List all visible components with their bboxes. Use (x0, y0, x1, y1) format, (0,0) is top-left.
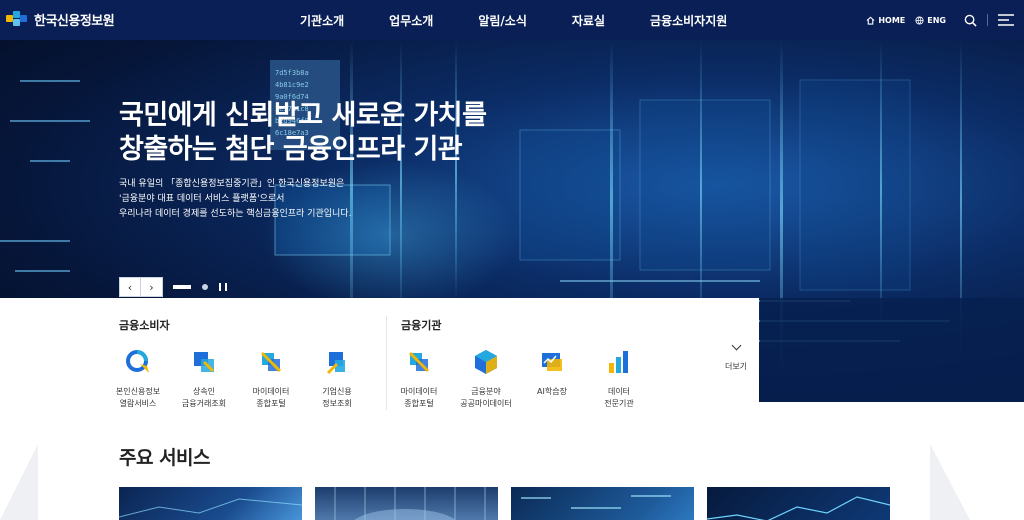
pause-icon[interactable] (219, 283, 227, 291)
service-label: 기업신용 정보조회 (322, 387, 352, 408)
nav-item-news[interactable]: 알림/소식 (478, 12, 527, 29)
hero-title-line1: 국민에게 신뢰받고 새로운 가치를 (119, 100, 487, 131)
menu-icon[interactable] (998, 14, 1014, 26)
page: 한국신용정보원 기관소개 업무소개 알림/소식 자료실 금융소비자지원 HOME… (0, 0, 1024, 520)
hero-title-line2: 창출하는 첨단 금융인프라 기관 (119, 134, 463, 165)
mydata-icon (260, 351, 282, 373)
svg-text:7d5f3b8a: 7d5f3b8a (275, 69, 309, 77)
hero-title: 국민에게 신뢰받고 새로운 가치를 창출하는 첨단 금융인프라 기관 (119, 99, 487, 167)
decorative-shape-right (930, 444, 970, 520)
service-corp-credit[interactable]: 기업신용 정보조회 (298, 349, 376, 410)
home-icon (866, 16, 875, 25)
institution-group-title: 금융기관 (401, 319, 442, 332)
logo-text: 한국신용정보원 (34, 13, 115, 29)
service-card-2[interactable] (315, 487, 498, 520)
globe-icon (915, 15, 924, 25)
service-card-4[interactable] (707, 487, 890, 520)
slide-indicator[interactable] (202, 284, 208, 290)
logo-icon (6, 9, 28, 29)
slide-indicator-active[interactable] (173, 285, 191, 289)
main-services-title: 주요 서비스 (119, 447, 211, 469)
nav-item-library[interactable]: 자료실 (572, 12, 605, 29)
utility-menu: HOME ENG (866, 0, 1014, 40)
chevron-down-icon (731, 340, 741, 351)
slider-prev-button[interactable]: ‹ (119, 277, 141, 297)
slider-controls: ‹ › (119, 277, 227, 297)
eng-link[interactable]: ENG (915, 16, 946, 25)
card-image (119, 498, 302, 518)
service-data-agency[interactable]: 데이터 전문기관 (580, 349, 658, 410)
card-image (521, 495, 671, 509)
hero-desc-line2: '금융분야 대표 데이터 서비스 플랫폼'으로서 (119, 194, 285, 204)
consumer-group-title: 금융소비자 (119, 319, 170, 332)
home-link[interactable]: HOME (866, 16, 905, 25)
service-card-1[interactable] (119, 487, 302, 520)
nav-item-about[interactable]: 기관소개 (300, 12, 344, 29)
nav-item-consumer-support[interactable]: 금융소비자지원 (650, 12, 727, 29)
search-icon[interactable] (964, 14, 977, 27)
hero-desc-line3: 우리나라 데이터 경제를 선도하는 핵심금융인프라 기관입니다. (119, 209, 352, 219)
main-nav: 기관소개 업무소개 알림/소식 자료실 금융소비자지원 (300, 0, 727, 40)
site-logo[interactable]: 한국신용정보원 (6, 9, 115, 29)
credit-view-icon (126, 350, 149, 373)
quick-services-panel: 금융소비자 금융기관 본인신용정보 열람서비스 상속인 금융거래조회 마이데이터… (0, 298, 759, 410)
card-image (334, 487, 486, 520)
ai-learning-icon (542, 353, 562, 371)
service-card-3[interactable] (511, 487, 694, 520)
more-button[interactable]: 더보기 (716, 340, 756, 372)
more-label: 더보기 (724, 362, 748, 371)
hero-desc-line1: 국내 유일의 「종합신용정보집중기관」인 한국신용정보원은 (119, 179, 345, 189)
home-label: HOME (878, 15, 906, 25)
card-image (707, 496, 890, 520)
svg-text:4b81c9e2: 4b81c9e2 (275, 81, 309, 89)
data-agency-icon (609, 351, 628, 373)
site-header: 한국신용정보원 기관소개 업무소개 알림/소식 자료실 금융소비자지원 HOME… (0, 0, 1024, 40)
eng-label: ENG (927, 15, 946, 25)
heir-inquiry-icon (194, 352, 215, 373)
service-label: 데이터 전문기관 (604, 387, 634, 408)
util-divider (987, 14, 988, 26)
public-mydata-icon (475, 350, 497, 374)
decorative-shape-left (0, 444, 38, 520)
mydata-icon (408, 351, 430, 373)
corp-credit-icon (326, 352, 345, 375)
nav-item-business[interactable]: 업무소개 (389, 12, 433, 29)
slider-next-button[interactable]: › (141, 277, 163, 297)
hero-description: 국내 유일의 「종합신용정보집중기관」인 한국신용정보원은 '금융분야 대표 데… (119, 177, 351, 222)
